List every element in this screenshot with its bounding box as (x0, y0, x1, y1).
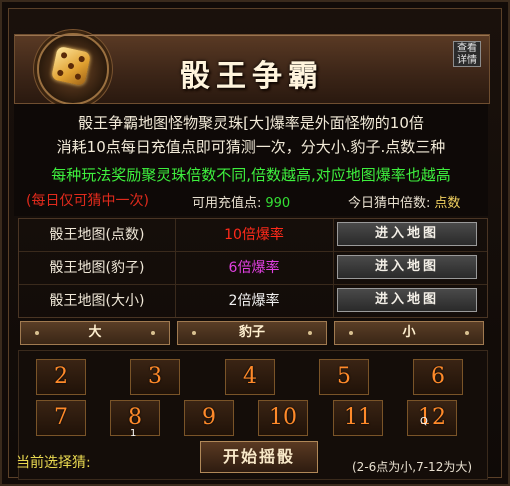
number-button-4[interactable]: 4 (225, 359, 275, 395)
number-button-5[interactable]: 5 (319, 359, 369, 395)
enter-map-button-points[interactable]: 进入地图 (337, 222, 477, 246)
current-selection-label: 当前选择猜: (16, 455, 91, 471)
enter-map-button-size[interactable]: 进入地图 (337, 288, 477, 312)
number-button-6[interactable]: 6 (413, 359, 463, 395)
map-drop-rate: 10倍爆率 (175, 219, 334, 251)
header-banner: 骰王争霸 查看 详情 (14, 33, 490, 105)
map-name: 骰王地图(豹子) (19, 252, 176, 284)
enter-map-button-triple[interactable]: 进入地图 (337, 255, 477, 279)
range-hint: (2-6点为小,7-12为大) (352, 460, 473, 474)
view-details-label: 查看 详情 (457, 43, 477, 66)
rule-line-2: 消耗10点每日充值点即可猜测一次，分大小.豹子.点数三种 (56, 138, 446, 156)
rule-line-1: 骰王争霸地图怪物聚灵珠[大]爆率是外面怪物的10倍 (78, 114, 424, 132)
bet-triple-button[interactable]: 豹子 (177, 321, 327, 345)
map-name: 骰王地图(点数) (19, 219, 176, 251)
bet-triple-label: 豹子 (238, 325, 265, 340)
today-guess-multiplier: 今日猜中倍数: 点数 (348, 192, 460, 211)
number-button-9[interactable]: 9 (184, 400, 234, 436)
rules-description: 骰王争霸地图怪物聚灵珠[大]爆率是外面怪物的10倍 消耗10点每日充值点即可猜测… (14, 104, 488, 216)
number-button-10[interactable]: 10 (258, 400, 308, 436)
available-points: 可用充值点: 990 (192, 192, 290, 211)
number-button-11[interactable]: 11 (333, 400, 383, 436)
marker-under-8: 1 (130, 428, 137, 439)
rule-line-3: 每种玩法奖励聚灵珠倍数不同,倍数越高,对应地图爆率也越高 (51, 166, 451, 184)
map-drop-rate: 6倍爆率 (175, 252, 334, 284)
start-roll-button[interactable]: 开始摇骰 (200, 441, 318, 473)
map-row-size: 骰王地图(大小) 2倍爆率 进入地图 (19, 285, 487, 317)
today-guess-label: 今日猜中倍数: (348, 196, 431, 211)
bet-small-label: 小 (402, 325, 416, 340)
marker-under-12: Q (420, 416, 428, 427)
available-points-label: 可用充值点: (192, 196, 262, 211)
map-row-points: 骰王地图(点数) 10倍爆率 进入地图 (19, 219, 487, 252)
map-name: 骰王地图(大小) (19, 285, 176, 317)
number-button-12[interactable]: 12 (407, 400, 457, 436)
page-title: 骰王争霸 (180, 59, 324, 94)
bet-big-label: 大 (88, 325, 102, 340)
view-details-button[interactable]: 查看 详情 (453, 41, 481, 67)
today-guess-value: 点数 (434, 196, 461, 211)
number-button-3[interactable]: 3 (130, 359, 180, 395)
map-table: 骰王地图(点数) 10倍爆率 进入地图 骰王地图(豹子) 6倍爆率 进入地图 骰… (18, 218, 488, 318)
daily-limit-note: (每日仅可猜中一次) (26, 193, 149, 209)
available-points-value: 990 (265, 196, 291, 211)
map-row-triple: 骰王地图(豹子) 6倍爆率 进入地图 (19, 252, 487, 285)
number-button-7[interactable]: 7 (36, 400, 86, 436)
bet-big-button[interactable]: 大 (20, 321, 170, 345)
number-button-2[interactable]: 2 (36, 359, 86, 395)
map-drop-rate: 2倍爆率 (175, 285, 334, 317)
bet-small-button[interactable]: 小 (334, 321, 484, 345)
